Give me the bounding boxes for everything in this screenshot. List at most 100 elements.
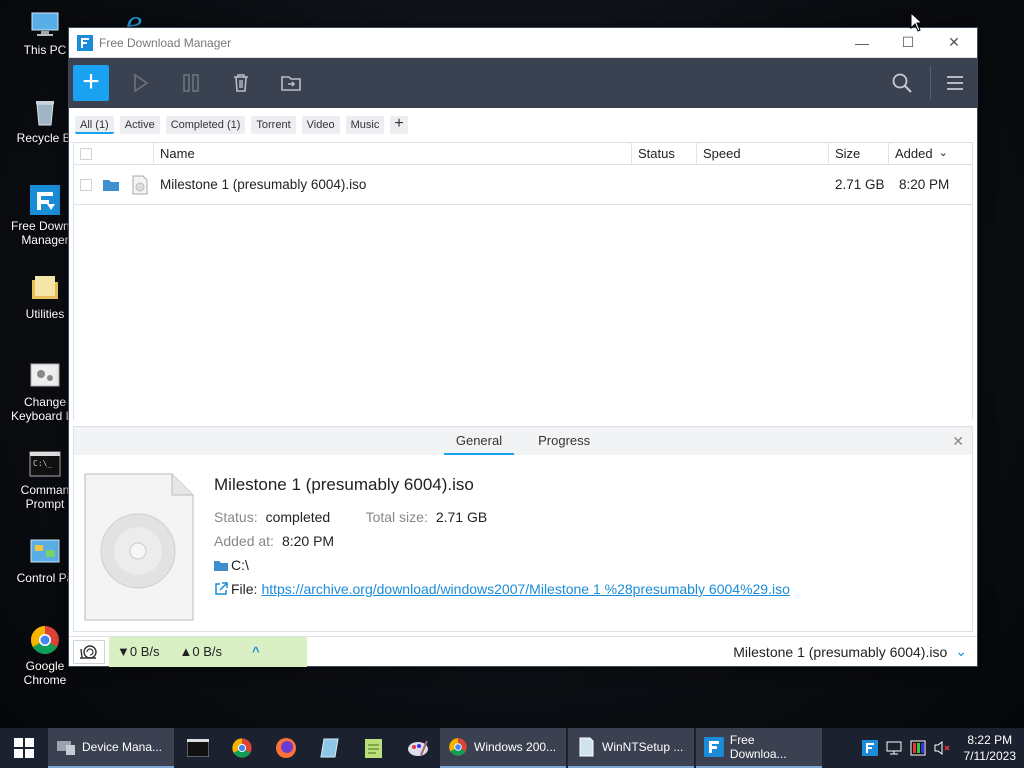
toolbar: + bbox=[69, 58, 977, 108]
chrome-icon bbox=[31, 626, 59, 654]
system-tray: 8:22 PM 7/11/2023 bbox=[861, 728, 1024, 768]
tab-progress[interactable]: Progress bbox=[526, 427, 602, 455]
row-checkbox[interactable] bbox=[80, 178, 92, 191]
taskbar-notebook[interactable] bbox=[308, 728, 352, 768]
taskbar: Device Mana... Windows 200... WinNTSetup… bbox=[0, 728, 1024, 768]
recycle-bin-icon bbox=[36, 101, 54, 126]
paint-icon bbox=[408, 740, 428, 756]
search-button[interactable] bbox=[884, 65, 920, 101]
filter-active[interactable]: Active bbox=[119, 116, 160, 134]
filter-completed[interactable]: Completed (1) bbox=[165, 116, 246, 134]
taskbar-fdm[interactable]: Free Downloa... bbox=[696, 728, 822, 768]
add-filter-button[interactable]: + bbox=[390, 116, 408, 134]
taskbar-item-label: Windows 200... bbox=[474, 740, 557, 754]
column-added[interactable]: Added ⌄ bbox=[889, 143, 972, 164]
column-speed[interactable]: Speed bbox=[697, 143, 829, 164]
folder-row[interactable]: C:\ bbox=[214, 553, 790, 577]
taskbar-command-prompt[interactable] bbox=[176, 728, 220, 768]
minimize-button[interactable]: — bbox=[839, 28, 885, 58]
table-row[interactable]: Milestone 1 (presumably 6004).iso 2.71 G… bbox=[74, 165, 972, 205]
menu-button[interactable] bbox=[937, 65, 973, 101]
taskbar-paint[interactable] bbox=[396, 728, 440, 768]
row-controls bbox=[74, 175, 154, 195]
table-header: Name Status Speed Size Added ⌄ bbox=[74, 143, 972, 165]
sort-desc-icon: ⌄ bbox=[938, 147, 948, 159]
column-added-label: Added bbox=[895, 146, 933, 161]
filter-all[interactable]: All (1) bbox=[75, 116, 114, 134]
column-size[interactable]: Size bbox=[829, 143, 889, 164]
file-url-link[interactable]: https://archive.org/download/windows2007… bbox=[261, 577, 789, 601]
add-download-button[interactable]: + bbox=[73, 65, 109, 101]
taskbar-notepad[interactable] bbox=[352, 728, 396, 768]
folder-icon bbox=[214, 561, 228, 571]
search-icon bbox=[892, 73, 912, 93]
taskbar-device-manager[interactable]: Device Mana... bbox=[48, 728, 174, 768]
speed-indicator[interactable]: ▼0 B/s ▲0 B/s ^ bbox=[109, 636, 307, 667]
network-icon[interactable] bbox=[886, 740, 902, 756]
snail-icon bbox=[80, 644, 97, 659]
close-details-button[interactable]: ✕ bbox=[952, 433, 964, 450]
select-all-cell bbox=[74, 143, 154, 164]
desktop-icon-label: Comman Prompt bbox=[20, 483, 70, 511]
pause-button[interactable] bbox=[173, 65, 209, 101]
upload-speed: ▲0 B/s bbox=[179, 644, 223, 659]
expand-chevron-icon[interactable]: ^ bbox=[252, 644, 260, 659]
windows-logo-icon bbox=[14, 738, 34, 758]
filter-tabs: All (1) Active Completed (1) Torrent Vid… bbox=[69, 108, 977, 142]
move-to-folder-button[interactable] bbox=[273, 65, 309, 101]
desktop-icon-label: Control Pa bbox=[16, 571, 74, 585]
color-calibration-icon[interactable] bbox=[910, 740, 926, 756]
folder-path[interactable]: C:\ bbox=[231, 553, 249, 577]
speed-limit-button[interactable] bbox=[73, 639, 105, 664]
status-label: Status: bbox=[214, 509, 258, 525]
folder-icon[interactable] bbox=[102, 177, 120, 193]
title-bar[interactable]: Free Download Manager — ☐ ✕ bbox=[69, 28, 977, 58]
filter-video[interactable]: Video bbox=[301, 116, 340, 134]
status-bar: ▼0 B/s ▲0 B/s ^ Milestone 1 (presumably … bbox=[69, 636, 977, 667]
filter-torrent[interactable]: Torrent bbox=[251, 116, 296, 134]
total-size-label: Total size: bbox=[365, 509, 428, 525]
resume-button[interactable] bbox=[123, 65, 159, 101]
tab-general[interactable]: General bbox=[443, 427, 515, 455]
close-button[interactable]: ✕ bbox=[931, 28, 977, 58]
filter-music[interactable]: Music bbox=[345, 116, 385, 134]
chrome-icon bbox=[232, 738, 252, 758]
hamburger-icon bbox=[947, 76, 963, 90]
volume-muted-icon[interactable] bbox=[934, 740, 952, 756]
taskbar-item-label: Free Downloa... bbox=[729, 733, 787, 761]
start-button[interactable] bbox=[0, 728, 48, 768]
taskbar-firefox[interactable] bbox=[264, 728, 308, 768]
disc-file-icon bbox=[132, 175, 148, 194]
total-size-value: 2.71 GB bbox=[435, 509, 488, 525]
computer-icon bbox=[31, 12, 59, 36]
taskbar-chrome-window[interactable]: Windows 200... bbox=[440, 728, 566, 768]
toolbar-separator bbox=[930, 66, 931, 100]
fdm-tray-icon[interactable] bbox=[861, 740, 878, 756]
delete-button[interactable] bbox=[223, 65, 259, 101]
clock-time: 8:22 PM bbox=[967, 733, 1013, 747]
download-speed: ▼0 B/s bbox=[117, 644, 160, 659]
chevron-down-icon[interactable]: ⌄ bbox=[955, 643, 967, 660]
folder-move-icon bbox=[281, 76, 301, 91]
external-link-icon bbox=[215, 582, 228, 595]
status-value: completed bbox=[265, 509, 331, 525]
fdm-icon bbox=[704, 737, 724, 757]
maximize-button[interactable]: ☐ bbox=[885, 28, 931, 58]
clock[interactable]: 8:22 PM 7/11/2023 bbox=[964, 732, 1017, 764]
row-added: 8:20 PM bbox=[899, 177, 950, 192]
taskbar-chrome[interactable] bbox=[220, 728, 264, 768]
terminal-icon bbox=[187, 739, 209, 757]
taskbar-winntsetup[interactable]: WinNTSetup ... bbox=[568, 728, 694, 768]
select-all-checkbox[interactable] bbox=[80, 147, 92, 160]
desktop-icon-label: This PC bbox=[23, 43, 67, 57]
column-status[interactable]: Status bbox=[632, 143, 697, 164]
column-name[interactable]: Name bbox=[154, 143, 632, 164]
details-tabs: General Progress ✕ bbox=[74, 427, 972, 455]
svg-text:C:\_: C:\_ bbox=[33, 459, 52, 468]
file-info: Milestone 1 (presumably 6004).iso Status… bbox=[214, 475, 790, 601]
pause-icon bbox=[183, 74, 199, 92]
trash-icon bbox=[234, 74, 248, 92]
clock-date: 7/11/2023 bbox=[963, 749, 1017, 763]
winntsetup-icon bbox=[579, 737, 594, 757]
disc-image-thumbnail bbox=[84, 473, 194, 621]
